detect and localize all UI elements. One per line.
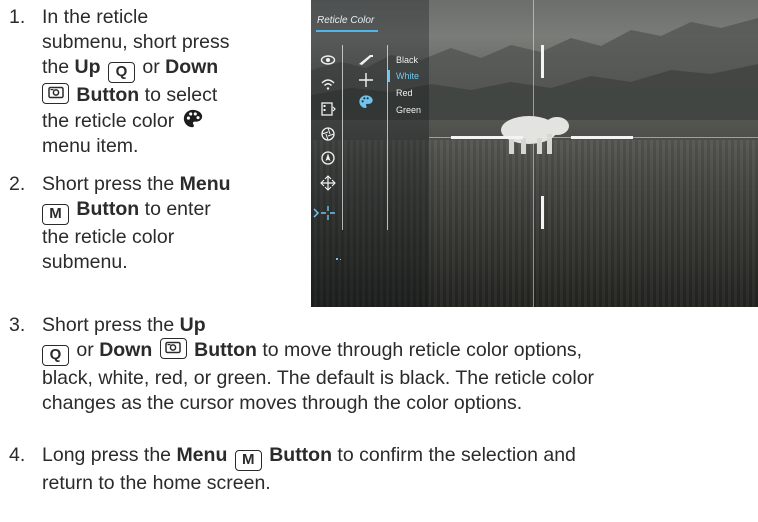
- down-label: Down: [165, 56, 219, 78]
- text: the reticle color: [42, 226, 175, 248]
- reticle-icon[interactable]: [320, 205, 336, 221]
- camera-icon: [47, 86, 64, 99]
- step-2: 2. Short press the Menu M Button to ente…: [9, 172, 309, 302]
- button-label: Button: [71, 198, 140, 220]
- text: submenu.: [42, 251, 128, 273]
- text: to confirm the selection and: [332, 444, 576, 466]
- text: to enter: [139, 198, 211, 220]
- step-number: 4.: [9, 444, 26, 466]
- text: return to the home screen.: [42, 472, 271, 494]
- up-label: Up: [74, 56, 101, 78]
- palette-icon[interactable]: [358, 94, 374, 110]
- wifi-icon[interactable]: [320, 76, 336, 92]
- device-screen-image: Reticle Color Black White Red Green: [311, 0, 758, 307]
- text: or: [71, 339, 100, 361]
- up-label: Up: [179, 314, 206, 336]
- step-number: 1.: [9, 6, 26, 28]
- compass-icon[interactable]: [320, 150, 336, 166]
- camera-icon: [165, 341, 181, 354]
- text: changes as the cursor moves through the …: [42, 392, 523, 414]
- move-icon[interactable]: [320, 175, 336, 191]
- menu-title: Reticle Color: [317, 15, 375, 26]
- step-number: 3.: [9, 314, 26, 336]
- button-label: Button: [194, 339, 257, 361]
- text: to move through reticle color options,: [256, 339, 583, 361]
- option-green[interactable]: Green: [396, 105, 421, 115]
- down-button-key: [159, 338, 187, 359]
- rifle-icon[interactable]: [358, 51, 374, 67]
- menu-title-underline: [316, 30, 378, 32]
- reticle-top-post: [541, 45, 544, 78]
- step-4: 4. Long press the Menu M Button to confi…: [9, 443, 754, 503]
- reticle-bottom-post: [541, 196, 544, 229]
- menu-label: Menu: [176, 444, 228, 466]
- up-button-key: Q: [42, 345, 69, 366]
- down-label: Down: [99, 339, 153, 361]
- animal-silhouette: [501, 116, 569, 154]
- step-text: Short press the Menu M Button to enter t…: [42, 172, 231, 275]
- option-black[interactable]: Black: [396, 55, 418, 65]
- text: the: [42, 56, 75, 78]
- text: In the reticle: [42, 6, 149, 28]
- text: Long press the: [42, 444, 177, 466]
- reticle-left-post: [451, 136, 523, 139]
- chevron-right-icon: [313, 208, 320, 218]
- menu-divider: [342, 45, 343, 230]
- selection-marker: [388, 70, 390, 82]
- aperture-icon[interactable]: [320, 126, 336, 142]
- down-button-key: [42, 83, 69, 104]
- menu-label: Menu: [179, 173, 231, 195]
- option-red[interactable]: Red: [396, 88, 413, 98]
- step-text: Short press the Up Q or Down Button to m…: [42, 313, 594, 416]
- text: Short press the: [42, 314, 180, 336]
- reticle-thin-vertical: [533, 0, 534, 307]
- crosshair-icon[interactable]: [358, 72, 374, 88]
- up-button-key: Q: [107, 62, 135, 83]
- palette-icon: [183, 109, 202, 128]
- reticle-right-post: [571, 136, 633, 139]
- option-white[interactable]: White: [396, 71, 419, 81]
- text: Short press the: [42, 173, 180, 195]
- button-label: Button: [263, 444, 333, 466]
- indicator-dots: [336, 258, 341, 260]
- step-3: 3. Short press the Up Q or Down Button t…: [9, 313, 754, 423]
- step-number: 2.: [9, 173, 26, 195]
- eye-icon[interactable]: [320, 52, 336, 68]
- text: submenu, short press: [42, 31, 230, 53]
- text: the reticle color: [42, 110, 180, 132]
- step-text: In the reticle submenu, short press the …: [42, 5, 230, 159]
- step-text: Long press the Menu M Button to confirm …: [42, 443, 576, 496]
- text: or: [136, 56, 166, 78]
- menu-button-key: M: [234, 450, 262, 471]
- film-icon[interactable]: [320, 101, 336, 117]
- step-1: 1. In the reticle submenu, short press t…: [9, 5, 309, 165]
- button-label: Button: [71, 84, 140, 106]
- menu-button-key: M: [42, 204, 69, 225]
- text: black, white, red, or green. The default…: [42, 367, 595, 389]
- text: to select: [139, 84, 218, 106]
- text: menu item.: [42, 135, 139, 157]
